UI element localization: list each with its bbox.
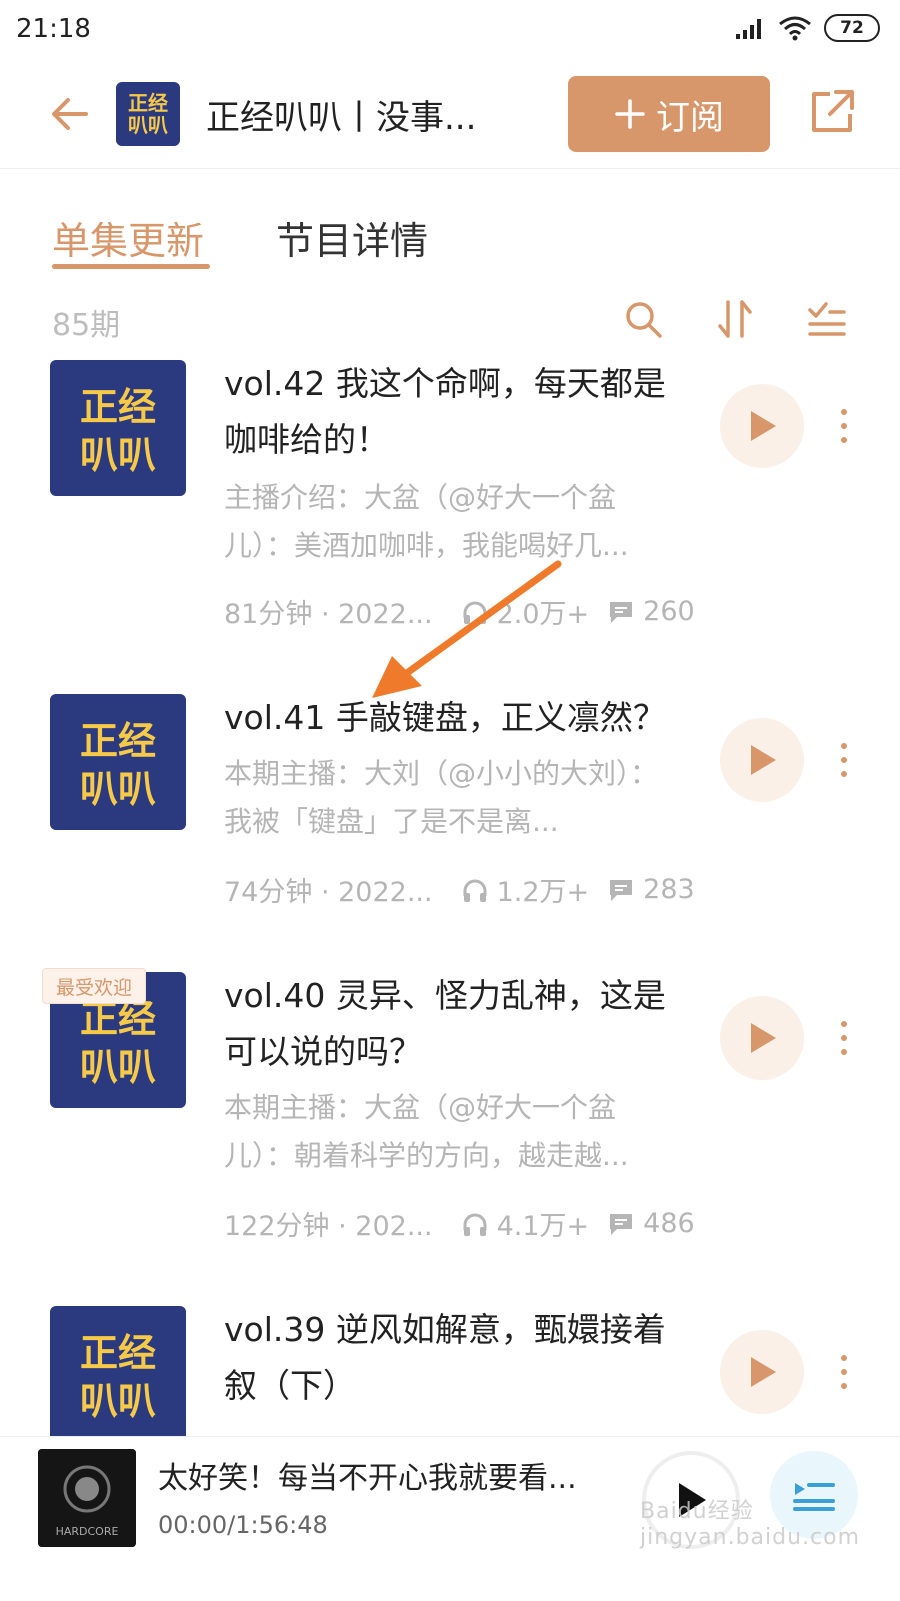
play-icon — [751, 1357, 776, 1387]
episode-description: 主播介绍：大盆（@好大一个盆儿）：美酒加咖啡，我能喝好几... — [224, 481, 629, 562]
episode-more-button[interactable] — [830, 730, 858, 790]
search-icon[interactable] — [622, 298, 664, 340]
episode-play-button[interactable] — [720, 384, 804, 468]
podcast-header: 正经 叭叭 正经叭叭丨没事... 订阅 — [0, 62, 900, 169]
episode-description: 本期主播：大刘（@小小的大刘）：我被「键盘」了是不是离... — [224, 757, 659, 838]
play-icon — [751, 411, 776, 441]
headphones-icon — [463, 601, 487, 624]
sort-icon[interactable] — [714, 298, 756, 340]
svg-text:HARDCORE: HARDCORE — [56, 1525, 119, 1538]
watermark: Baidu经验 jingyan.baidu.com — [640, 1499, 861, 1550]
episode-duration-date: 122分钟 · 202... — [224, 1211, 433, 1242]
svg-text:叭叭: 叭叭 — [80, 767, 156, 811]
episode-plays: 2.0万+ — [496, 599, 590, 630]
now-playing-cover: HARDCORE — [38, 1449, 136, 1547]
list-toolbar: 85期 — [0, 296, 900, 350]
episode-meta: 81分钟 · 2022... 2.0万+ 260 — [224, 592, 704, 631]
episode-play-button[interactable] — [720, 1330, 804, 1414]
back-arrow-icon[interactable] — [46, 90, 94, 138]
episode-play-button[interactable] — [720, 718, 804, 802]
episode-description: 本期主播：大盆（@好大一个盆儿）：朝着科学的方向，越走越... — [224, 1091, 629, 1172]
svg-text:正经: 正经 — [80, 719, 156, 763]
episode-plays: 4.1万+ — [496, 1211, 590, 1242]
comment-icon — [610, 1213, 633, 1235]
episode-title[interactable]: vol.42 我这个命啊，每天都是咖啡给的！ — [224, 356, 684, 468]
episode-item[interactable]: 正经 叭叭 vol.41 手敲键盘，正义凛然？ 本期主播：大刘（@小小的大刘）：… — [0, 690, 900, 950]
episode-plays: 1.2万+ — [496, 877, 590, 908]
episode-meta: 74分钟 · 2022... 1.2万+ 283 — [224, 870, 704, 909]
share-icon[interactable] — [806, 86, 858, 138]
tab-active-indicator — [52, 264, 210, 269]
episode-more-button[interactable] — [830, 396, 858, 456]
most-popular-badge: 最受欢迎 — [42, 968, 146, 1004]
episode-title[interactable]: vol.41 手敲键盘，正义凛然？ — [224, 690, 684, 746]
episode-cover: 正经 叭叭 — [50, 1306, 186, 1436]
subscribe-button[interactable]: 订阅 — [568, 76, 770, 152]
episode-item[interactable]: 正经 叭叭 最受欢迎 vol.40 灵异、怪力乱神，这是可以说的吗？ 本期主播：… — [0, 968, 900, 1268]
battery-indicator: 72 — [824, 14, 880, 42]
episode-meta: 122分钟 · 202... 4.1万+ 486 — [224, 1204, 704, 1243]
play-icon — [751, 1023, 776, 1053]
episode-more-button[interactable] — [830, 1342, 858, 1402]
batch-select-icon[interactable] — [806, 298, 848, 340]
svg-text:叭叭: 叭叭 — [80, 1379, 156, 1423]
mini-player[interactable]: HARDCORE 太好笑！每当不开心我就要看... 00:00/1:56:48 … — [0, 1436, 900, 1601]
podcast-title: 正经叭叭丨没事... — [206, 98, 477, 138]
svg-text:叭叭: 叭叭 — [80, 433, 156, 477]
headphones-icon — [463, 879, 487, 902]
episode-item[interactable]: 正经 叭叭 vol.39 逆风如解意，甄嬛接着叙（下） — [0, 1302, 900, 1436]
svg-text:正经: 正经 — [80, 385, 156, 429]
now-playing-time: 00:00/1:56:48 — [158, 1511, 328, 1539]
episode-comments: 260 — [643, 596, 695, 627]
episode-title[interactable]: vol.39 逆风如解意，甄嬛接着叙（下） — [224, 1302, 684, 1414]
headphones-icon — [463, 1213, 487, 1236]
status-bar: 21:18 72 — [0, 0, 900, 62]
comment-icon — [610, 879, 633, 901]
episode-title[interactable]: vol.40 灵异、怪力乱神，这是可以说的吗？ — [224, 968, 684, 1080]
episode-duration-date: 74分钟 · 2022... — [224, 877, 433, 908]
now-playing-title: 太好笑！每当不开心我就要看... — [158, 1461, 577, 1496]
svg-text:正经: 正经 — [80, 1331, 156, 1375]
episode-comments: 283 — [643, 874, 695, 905]
episode-item[interactable]: 正经 叭叭 vol.42 我这个命啊，每天都是咖啡给的！ 主播介绍：大盆（@好大… — [0, 356, 900, 656]
svg-text:叭叭: 叭叭 — [80, 1045, 156, 1089]
podcast-logo[interactable]: 正经 叭叭 — [116, 82, 180, 146]
plus-icon — [615, 99, 645, 129]
episode-more-button[interactable] — [830, 1008, 858, 1068]
episode-cover: 正经 叭叭 — [50, 360, 186, 496]
signal-icon — [736, 19, 761, 39]
episode-cover: 正经 叭叭 — [50, 694, 186, 830]
episode-duration-date: 81分钟 · 2022... — [224, 599, 433, 630]
tab-details[interactable]: 节目详情 — [276, 210, 428, 265]
episode-count: 85期 — [52, 308, 121, 343]
status-icons: 72 — [734, 14, 880, 42]
tab-bar: 单集更新 节目详情 — [0, 200, 900, 280]
episode-comments: 486 — [643, 1208, 695, 1239]
wifi-icon — [779, 16, 811, 41]
status-time: 21:18 — [16, 14, 91, 44]
tab-episodes[interactable]: 单集更新 — [52, 210, 204, 265]
episode-play-button[interactable] — [720, 996, 804, 1080]
play-icon — [751, 745, 776, 775]
comment-icon — [610, 601, 633, 623]
